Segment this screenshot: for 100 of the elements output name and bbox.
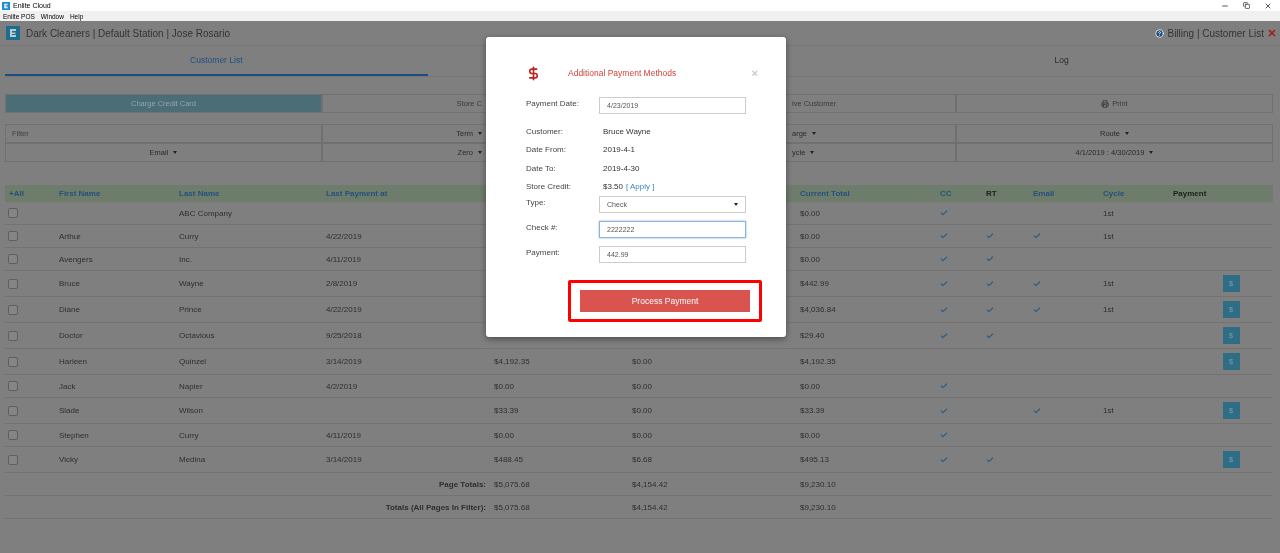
- table-cell-text: 9/25/2018: [325, 331, 363, 340]
- table-cell-text: Napier: [178, 381, 204, 391]
- table-cell-text: $4,036.84: [799, 305, 837, 314]
- table-cell-text: $4,192.35: [799, 357, 837, 366]
- field-value: 2019-4-1: [603, 145, 636, 155]
- table-cell-text: 3/14/2019: [325, 357, 363, 366]
- table-cell-text: Wayne: [178, 279, 205, 288]
- table-cell-text: 3/14/2019: [325, 455, 363, 464]
- totals-label: Page Totals:: [438, 479, 487, 489]
- table-cell-text: $33.39: [799, 406, 826, 415]
- table-cell-text: 4/11/2019: [325, 430, 362, 440]
- table-cell-text: Vicky: [58, 455, 79, 464]
- table-cell-text: Curry: [178, 430, 200, 440]
- printer-icon: [1101, 99, 1110, 108]
- table-cell-text: 4/22/2019: [325, 231, 363, 241]
- column-header: Email: [1032, 189, 1056, 198]
- table-cell-text: $0.00: [493, 381, 516, 391]
- table-cell-text: $4,154.42: [631, 502, 669, 512]
- table-cell-text: $4,154.42: [631, 479, 669, 489]
- tab[interactable]: Log: [850, 46, 1273, 76]
- column-header: RT: [985, 189, 998, 198]
- table-cell-text: 1st: [1102, 406, 1115, 415]
- table-cell-text: $6.68: [631, 455, 654, 464]
- table-cell-text: Prince: [178, 305, 203, 314]
- help-icon[interactable]: [1155, 28, 1165, 38]
- restore-icon[interactable]: [1243, 2, 1250, 9]
- table-cell-text: $33.39: [493, 406, 520, 415]
- column-header: CC: [939, 189, 953, 198]
- apply-link[interactable]: [ Apply ]: [626, 182, 655, 192]
- table-cell-text: Curry: [178, 231, 200, 241]
- dollar-icon: [526, 65, 541, 81]
- table-cell-text: Doctor: [58, 331, 84, 340]
- table-cell-text: $0.00: [799, 208, 822, 218]
- table-cell-text: $0.00: [799, 231, 822, 241]
- table-cell-text: Arthur: [58, 231, 82, 241]
- row-checkbox[interactable]: [8, 304, 18, 315]
- table-cell-text: $0.00: [631, 406, 654, 415]
- table-cell-text: $0.00: [799, 381, 822, 391]
- row-checkbox[interactable]: [8, 278, 18, 289]
- column-header[interactable]: +All: [5, 189, 55, 198]
- column-header[interactable]: Last Name: [175, 189, 322, 198]
- table-cell-text: Slade: [58, 406, 81, 415]
- table-cell-text: $29.40: [799, 331, 826, 340]
- table-cell-text: $9,230.10: [799, 502, 837, 512]
- table-cell-text: $0.00: [799, 254, 822, 264]
- table-cell-text: Diane: [58, 305, 81, 314]
- table-cell-text: Inc.: [178, 254, 193, 264]
- logo-icon: [6, 26, 20, 40]
- row-checkbox[interactable]: [8, 231, 18, 241]
- column-header[interactable]: First Name: [55, 189, 175, 198]
- table-cell-text: $5,075.68: [493, 502, 531, 512]
- column-header: Cycle: [1102, 189, 1126, 198]
- breadcrumb: Billing | Customer List: [1167, 27, 1264, 39]
- table-cell-text: 2/8/2019: [325, 279, 359, 288]
- table-cell-text: 4/2/2019: [325, 381, 359, 391]
- table-cell-text: $442.99: [799, 279, 830, 288]
- table-cell-text: $0.00: [631, 381, 654, 391]
- table-cell-text: 4/22/2019: [325, 305, 363, 314]
- table-cell-text: $9,230.10: [799, 479, 837, 489]
- table-cell-text: Wilson: [178, 406, 204, 415]
- table-cell-text: 1st: [1102, 279, 1115, 288]
- table-cell-text: Octavious: [178, 331, 216, 340]
- row-checkbox[interactable]: [8, 330, 18, 341]
- dialog-title: Additional Payment Methods: [568, 68, 677, 78]
- row-checkbox[interactable]: [8, 405, 18, 416]
- totals-label: Totals (All Pages In Filter):: [384, 502, 487, 512]
- field-value: $3.50: [603, 182, 624, 192]
- table-cell-text: $0.00: [631, 430, 654, 440]
- row-checkbox[interactable]: [8, 381, 18, 391]
- table-cell-text: $0.00: [493, 430, 516, 440]
- table-cell-text: 1st: [1102, 231, 1115, 241]
- table-cell-text: Quinzel: [178, 357, 208, 366]
- table-cell-text: $5,075.68: [493, 479, 531, 489]
- table-cell-text: 4/11/2019: [325, 254, 362, 264]
- row-checkbox[interactable]: [8, 454, 18, 465]
- row-checkbox[interactable]: [8, 356, 18, 367]
- table-cell-text: Bruce: [58, 279, 81, 288]
- table-cell-text: Jack: [58, 381, 77, 391]
- table-cell-text: Harleen: [58, 357, 88, 366]
- row-checkbox[interactable]: [8, 254, 18, 264]
- table-cell-text: Medina: [178, 455, 207, 464]
- table-cell-text: Avengers: [58, 254, 94, 264]
- row-checkbox[interactable]: [8, 430, 18, 440]
- process-payment-button[interactable]: Process Payment: [580, 290, 750, 312]
- column-header[interactable]: Current Total: [796, 189, 936, 198]
- header-title: Dark Cleaners | Default Station | Jose Rosario: [26, 27, 231, 39]
- tab[interactable]: Customer List: [5, 46, 428, 76]
- close-button[interactable]: ×: [751, 67, 758, 79]
- table-cell-text: $495.13: [799, 455, 830, 464]
- table-cell-text: ABC Company: [178, 208, 233, 218]
- table-cell-text: $0.00: [799, 430, 822, 440]
- table-cell-text: $0.00: [631, 357, 654, 366]
- table-cell-text: 1st: [1102, 208, 1115, 218]
- row-checkbox[interactable]: [8, 208, 18, 218]
- table-cell-text: Stephen: [58, 430, 90, 440]
- close-icon[interactable]: [1264, 1, 1272, 10]
- column-header: Payment: [1172, 189, 1208, 198]
- table-cell-text: $4,192.35: [493, 357, 531, 366]
- table-cell-text: 1st: [1102, 305, 1115, 314]
- table-cell-text: $488.45: [493, 455, 524, 464]
